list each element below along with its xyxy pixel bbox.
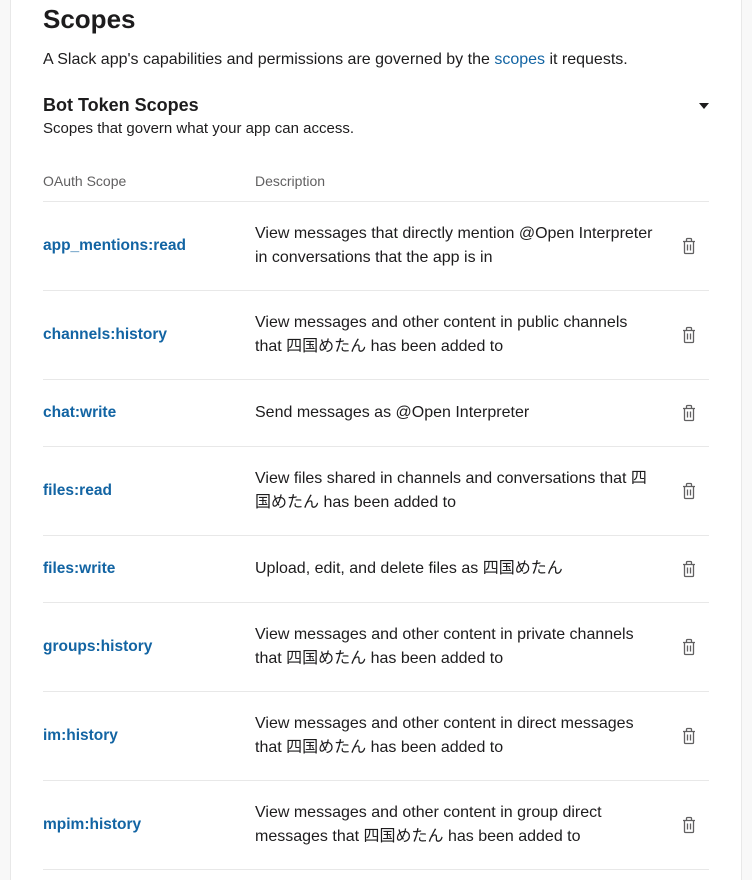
scope-name-link[interactable]: files:read bbox=[43, 482, 112, 499]
scope-row: mpim:history View messages and other cont… bbox=[43, 780, 709, 870]
scope-name-link[interactable]: app_mentions:read bbox=[43, 237, 186, 254]
scope-name-link[interactable]: channels:history bbox=[43, 326, 167, 343]
scope-description: View messages that directly mention @Ope… bbox=[255, 222, 669, 270]
scope-description: View messages and other content in publi… bbox=[255, 311, 669, 359]
delete-scope-button[interactable] bbox=[677, 812, 701, 838]
scope-description: View messages and other content in direc… bbox=[255, 712, 669, 760]
trash-icon bbox=[681, 638, 697, 656]
subsection-title: Bot Token Scopes bbox=[43, 95, 199, 116]
section-title: Scopes bbox=[43, 0, 709, 49]
trash-icon bbox=[681, 560, 697, 578]
delete-scope-button[interactable] bbox=[677, 556, 701, 582]
scope-name-link[interactable]: groups:history bbox=[43, 638, 152, 655]
delete-scope-button[interactable] bbox=[677, 233, 701, 259]
trash-icon bbox=[681, 482, 697, 500]
table-header: OAuth Scope Description bbox=[43, 161, 709, 201]
scope-description: View files shared in channels and conver… bbox=[255, 467, 669, 515]
scope-name-link[interactable]: im:history bbox=[43, 727, 118, 744]
section-desc-before: A Slack app's capabilities and permissio… bbox=[43, 51, 494, 68]
header-description: Description bbox=[255, 173, 669, 189]
caret-down-icon[interactable] bbox=[699, 103, 709, 109]
scopes-link[interactable]: scopes bbox=[494, 51, 545, 68]
delete-scope-button[interactable] bbox=[677, 400, 701, 426]
scope-row: im:history View messages and other conten… bbox=[43, 691, 709, 780]
trash-icon bbox=[681, 727, 697, 745]
scope-row: files:write Upload, edit, and delete file… bbox=[43, 535, 709, 602]
trash-icon bbox=[681, 237, 697, 255]
scope-description: View messages and other content in priva… bbox=[255, 623, 669, 671]
scope-name-link[interactable]: mpim:history bbox=[43, 816, 141, 833]
header-oauth-scope: OAuth Scope bbox=[43, 173, 255, 189]
trash-icon bbox=[681, 404, 697, 422]
trash-icon bbox=[681, 816, 697, 834]
subsection-description: Scopes that govern what your app can acc… bbox=[43, 120, 709, 161]
scope-row: files:read View files shared in channels … bbox=[43, 446, 709, 535]
scope-description: Send messages as @Open Interpreter bbox=[255, 401, 669, 425]
delete-scope-button[interactable] bbox=[677, 723, 701, 749]
delete-scope-button[interactable] bbox=[677, 634, 701, 660]
scope-name-link[interactable]: chat:write bbox=[43, 404, 116, 421]
trash-icon bbox=[681, 326, 697, 344]
section-desc-after: it requests. bbox=[545, 51, 628, 68]
scope-description: View messages and other content in group… bbox=[255, 801, 669, 849]
delete-scope-button[interactable] bbox=[677, 322, 701, 348]
section-description: A Slack app's capabilities and permissio… bbox=[43, 49, 709, 95]
scope-row: groups:history View messages and other co… bbox=[43, 602, 709, 691]
scope-name-link[interactable]: files:write bbox=[43, 560, 115, 577]
scope-row: app_mentions:read View messages that dire… bbox=[43, 201, 709, 290]
delete-scope-button[interactable] bbox=[677, 478, 701, 504]
scope-row: chat:write Send messages as @Open Interpr… bbox=[43, 379, 709, 446]
scope-description: Upload, edit, and delete files as 四国めたん bbox=[255, 557, 669, 581]
scope-row: channels:history View messages and other … bbox=[43, 290, 709, 379]
